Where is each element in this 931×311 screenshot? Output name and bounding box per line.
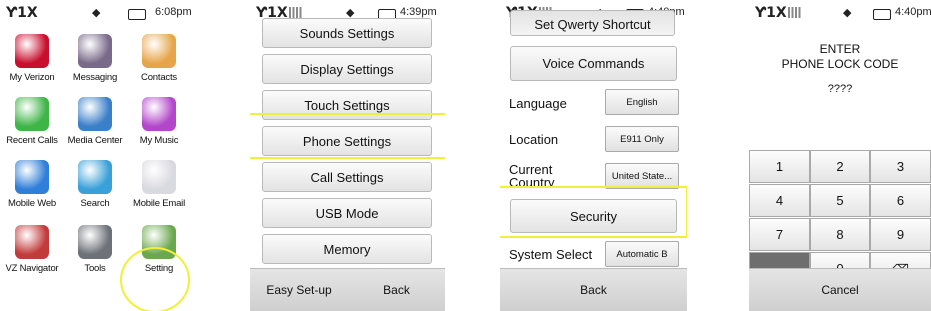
security-highlight [500,186,687,238]
gps-icon: ◆ [843,6,852,19]
phone-settings-screen: Ƴ1X ◆ 4:40pm Set Qwerty Shortcut Voice C… [500,0,687,311]
app-contacts[interactable]: Contacts [127,34,191,83]
app-label: Media Center [67,135,123,146]
app-label: Recent Calls [6,135,58,146]
email-icon [142,160,176,194]
language-label: Language [509,96,567,111]
lock-title-line1: ENTER [819,42,861,56]
signal-indicator: Ƴ1X [755,5,802,21]
gps-icon: ◆ [92,6,101,19]
bottom-bar: Easy Set-up Back [250,268,445,311]
menu-call-settings[interactable]: Call Settings [262,162,432,192]
key-8[interactable]: 8 [810,218,870,251]
recent-calls-icon [15,97,49,131]
music-icon [142,97,176,131]
app-label: Messaging [72,72,118,83]
home-screen: Ƴ1X ◆ 6:08pm My Verizon Messaging Contacts… [0,0,195,311]
key-1[interactable]: 1 [749,150,810,183]
status-bar: Ƴ1X ◆ 4:40pm [749,0,931,30]
setting-highlight-ring [120,247,190,311]
app-mobile-web[interactable]: Mobile Web [0,160,64,209]
app-recent-calls[interactable]: Recent Calls [0,97,64,146]
key-4[interactable]: 4 [749,184,810,217]
voice-commands-button[interactable]: Voice Commands [510,46,677,81]
qwerty-shortcut-button[interactable]: Set Qwerty Shortcut [510,10,675,36]
location-label: Location [509,132,559,147]
app-label: Search [80,198,110,209]
app-mobile-email[interactable]: Mobile Email [127,160,191,209]
key-3[interactable]: 3 [870,150,931,183]
app-label: My Music [139,135,179,146]
settings-menu-screen: Ƴ1X ◆ 4:39pm Sounds Settings Display Sett… [250,0,445,311]
key-6[interactable]: 6 [870,184,931,217]
menu-display-settings[interactable]: Display Settings [262,54,432,84]
app-vz-navigator[interactable]: VZ Navigator [0,225,64,274]
app-tools[interactable]: Tools [63,225,127,274]
status-bar: Ƴ1X ◆ 6:08pm [0,0,195,30]
globe-icon [15,160,49,194]
app-label: Mobile Email [133,198,185,209]
menu-sounds-settings[interactable]: Sounds Settings [262,18,432,48]
signal-indicator: Ƴ1X [6,5,38,21]
system-select-value[interactable]: Automatic B [605,241,679,267]
app-label: Contacts [141,72,177,83]
bottom-bar: Cancel [749,268,931,311]
back-button[interactable]: Back [500,269,687,311]
key-9[interactable]: 9 [870,218,931,251]
system-select-label: System Select [509,247,593,262]
lock-code-screen: Ƴ1X ◆ 4:40pm ENTER PHONE LOCK CODE ???? … [749,0,931,311]
app-media-center[interactable]: Media Center [63,97,127,146]
phone-settings-highlight [250,113,445,159]
app-my-verizon[interactable]: My Verizon [0,34,64,83]
menu-usb-mode[interactable]: USB Mode [262,198,432,228]
app-my-music[interactable]: My Music [127,97,191,146]
lock-title-line2: PHONE LOCK CODE [781,57,899,71]
lock-code-entry: ???? [827,83,853,95]
key-7[interactable]: 7 [749,218,810,251]
app-messaging[interactable]: Messaging [63,34,127,83]
location-value[interactable]: E911 Only [605,126,679,152]
battery-icon [128,9,146,20]
app-label: My Verizon [9,72,55,83]
tools-icon [78,225,112,259]
status-time: 4:39pm [400,6,437,18]
search-icon [78,160,112,194]
app-search[interactable]: Search [63,160,127,209]
cancel-button[interactable]: Cancel [749,269,931,311]
app-label: Mobile Web [8,198,56,209]
app-label: Tools [84,263,106,274]
contacts-icon [142,34,176,68]
bottom-bar: Back [500,268,687,311]
menu-memory[interactable]: Memory [262,234,432,264]
key-5[interactable]: 5 [810,184,870,217]
language-value[interactable]: English [605,89,679,115]
back-button[interactable]: Back [348,269,445,311]
easy-setup-button[interactable]: Easy Set-up [250,269,348,311]
battery-icon [873,9,891,20]
compass-icon [15,225,49,259]
media-center-icon [78,97,112,131]
current-country-label: Current Country [509,163,555,187]
app-label: VZ Navigator [5,263,59,274]
mailbox-icon [78,34,112,68]
status-time: 6:08pm [155,6,192,18]
verizon-icon [15,34,49,68]
status-time: 4:40pm [895,6,931,18]
key-2[interactable]: 2 [810,150,870,183]
